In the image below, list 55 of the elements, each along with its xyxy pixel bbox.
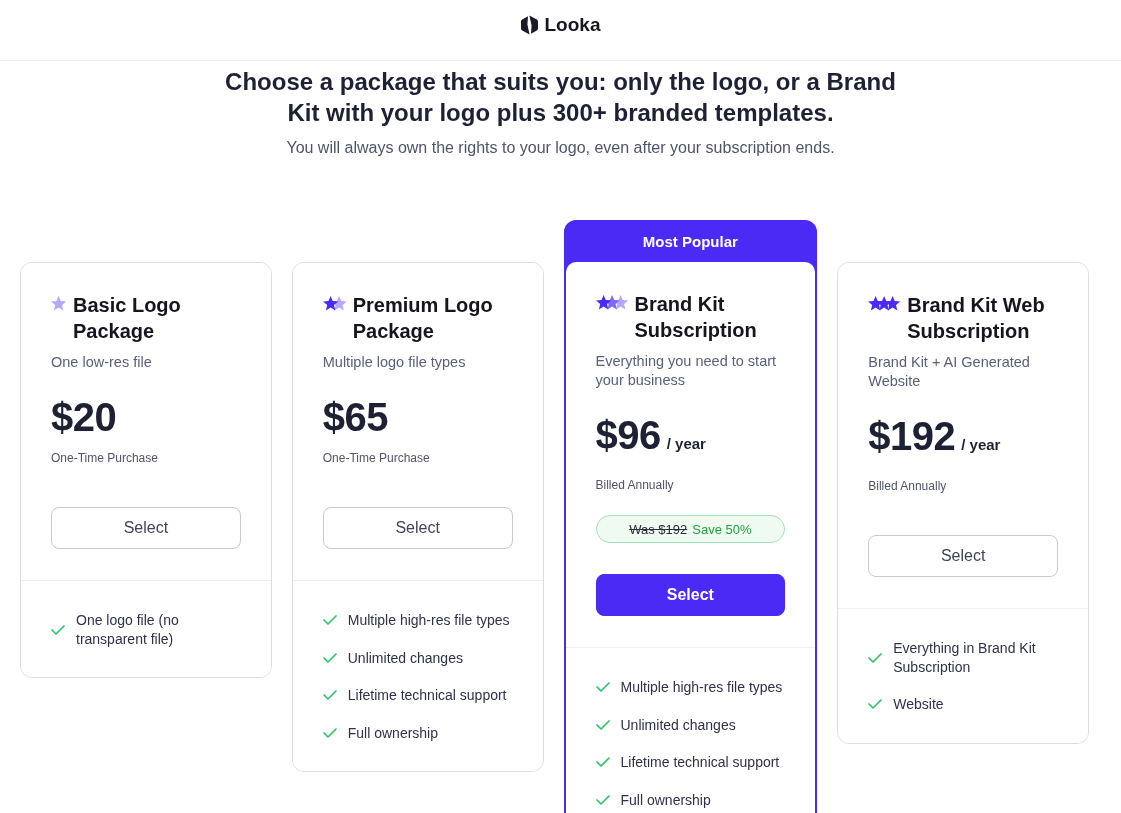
billing-note: Billed Annually — [595, 477, 675, 493]
check-icon — [595, 719, 610, 730]
price-period: / year — [666, 434, 706, 454]
feature-text: Multiple high-res file types — [620, 678, 783, 697]
select-button[interactable]: Select — [868, 535, 1058, 577]
price-period: / year — [961, 435, 1001, 455]
check-icon — [595, 794, 610, 805]
select-button[interactable]: Select — [322, 507, 513, 549]
plan-title: Basic Logo Package — [73, 293, 182, 344]
popular-label: Most Popular — [641, 232, 739, 252]
check-icon — [595, 757, 610, 768]
logo-text: Looka — [544, 14, 601, 36]
feature-text: Website — [893, 695, 944, 714]
feature-text: Lifetime technical support — [620, 753, 780, 772]
price: $192 — [868, 414, 956, 458]
logo-icon — [520, 15, 538, 35]
plan-description: Multiple logo file types — [322, 353, 467, 372]
check-icon — [868, 699, 883, 710]
billing-note: Billed Annually — [868, 478, 948, 494]
select-button[interactable]: Select — [51, 507, 241, 549]
price: $96 — [595, 413, 661, 457]
feature-text: Unlimited changes — [620, 715, 736, 734]
plan-title: Premium Logo Package — [352, 293, 494, 344]
check-icon — [868, 652, 883, 663]
select-button[interactable]: Select — [595, 574, 786, 616]
check-icon — [322, 690, 337, 701]
plan-title: Brand Kit Web Subscription — [907, 293, 1046, 344]
check-icon — [595, 682, 610, 693]
check-icon — [322, 652, 337, 663]
price: $65 — [322, 395, 388, 439]
plan-description: Brand Kit + AI Generated Website — [868, 353, 1031, 391]
check-icon — [322, 615, 337, 626]
check-icon — [322, 727, 337, 738]
feature-text: Lifetime technical support — [347, 686, 507, 705]
feature-text: Full ownership — [620, 790, 711, 809]
check-icon — [51, 624, 65, 635]
headline: Choose a package that suits you: only the logo, or a Brand Kit with your logo plus 300+ branded templates. — [224, 67, 897, 128]
price: $20 — [51, 395, 117, 439]
feature-text: Full ownership — [347, 723, 438, 742]
stars-icon — [322, 296, 347, 311]
subtitle: You will always own the rights to your logo, even after your subscription ends. — [285, 138, 836, 158]
feature-text: Unlimited changes — [347, 648, 463, 667]
star-icon — [51, 296, 67, 311]
feature-text: Everything in Brand Kit Subscription — [893, 639, 1037, 676]
plan-title: Brand Kit Subscription — [634, 292, 758, 343]
stars-icon — [868, 296, 902, 311]
feature-text: One logo file (no transparent file) — [76, 611, 180, 648]
savings-text: Save 50% — [692, 521, 752, 537]
feature-text: Multiple high-res file types — [347, 611, 510, 630]
stars-icon — [595, 295, 629, 310]
plan-description: One low-res file — [51, 353, 153, 372]
billing-note: One-Time Purchase — [51, 450, 159, 466]
plan-description: Everything you need to start your business — [595, 352, 778, 390]
old-price: Was $192 — [629, 521, 688, 537]
billing-note: One-Time Purchase — [322, 450, 431, 466]
